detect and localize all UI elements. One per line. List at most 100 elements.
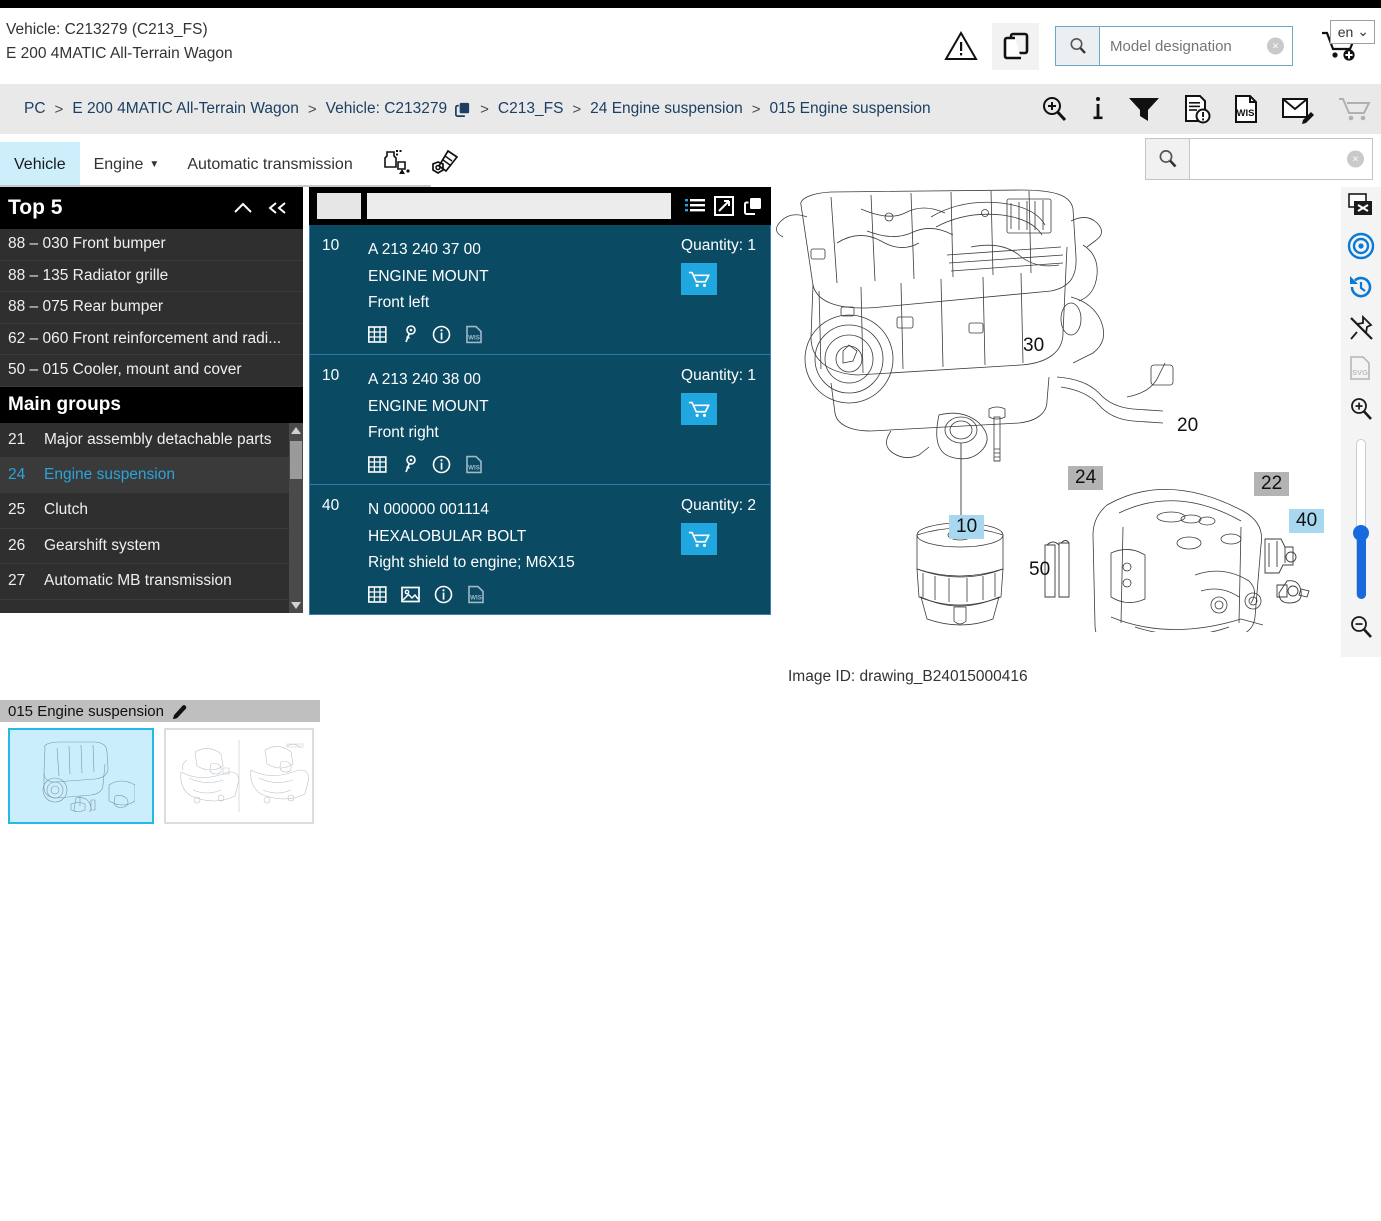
drawing-canvas[interactable]: 30 20 50 24 22 10 40: [771, 187, 1381, 632]
scroll-up-arrow-icon[interactable]: [291, 426, 301, 434]
breadcrumb-item-group[interactable]: 24 Engine suspension: [590, 100, 743, 118]
main-group-row-21[interactable]: 21 Major assembly detachable parts: [0, 423, 303, 458]
copy-icon[interactable]: [743, 196, 763, 216]
tab-vehicle-label: Vehicle: [14, 155, 66, 173]
clear-model-search-icon[interactable]: ×: [1267, 37, 1284, 55]
model-search[interactable]: ×: [1055, 26, 1293, 66]
zoom-in-icon[interactable]: [1348, 396, 1374, 422]
info-circle-icon[interactable]: [432, 455, 451, 474]
info-circle-icon[interactable]: [434, 585, 453, 604]
model-search-input[interactable]: [1100, 27, 1292, 65]
breadcrumb-item-model[interactable]: E 200 4MATIC All-Terrain Wagon: [72, 100, 299, 118]
list-view-icon[interactable]: [685, 197, 705, 215]
part-row[interactable]: 10 A 213 240 37 00 ENGINE MOUNT Front le…: [310, 225, 770, 355]
key-search-icon[interactable]: [401, 455, 418, 474]
header-actions: ×: [944, 8, 1381, 84]
search-icon[interactable]: [1056, 27, 1100, 65]
breadcrumb-item-subgroup[interactable]: 015 Engine suspension: [769, 100, 930, 118]
wis-document-icon[interactable]: WIS: [1233, 94, 1259, 124]
breadcrumb-item-vehicle[interactable]: Vehicle: C213279: [326, 100, 448, 118]
wis-document-icon[interactable]: WIS: [467, 585, 485, 604]
clear-parts-search-icon[interactable]: ×: [1347, 150, 1364, 168]
callout-40[interactable]: 40: [1289, 509, 1325, 533]
parts-search[interactable]: ×: [1145, 138, 1373, 180]
scrollbar-thumb[interactable]: [290, 440, 302, 479]
callout-22[interactable]: 22: [1254, 472, 1290, 496]
main-group-row-26[interactable]: 26 Gearshift system: [0, 529, 303, 565]
table-grid-icon[interactable]: [368, 585, 387, 604]
oil-fluids-icon[interactable]: [381, 147, 413, 177]
wis-document-icon[interactable]: WIS: [465, 325, 483, 344]
info-icon[interactable]: [1091, 94, 1105, 124]
main-group-row-25[interactable]: 25 Clutch: [0, 493, 303, 529]
table-grid-icon[interactable]: [368, 455, 387, 474]
table-grid-icon[interactable]: [368, 325, 387, 344]
zoom-slider-handle[interactable]: [1353, 525, 1369, 541]
history-reset-icon[interactable]: [1347, 273, 1375, 301]
main-group-num: 24: [8, 465, 26, 483]
info-circle-icon[interactable]: [432, 325, 451, 344]
drawing-viewer[interactable]: 30 20 50 24 22 10 40 SVG: [771, 187, 1381, 657]
tab-engine-label: Engine: [93, 155, 144, 173]
breadcrumb-separator: >: [54, 100, 64, 118]
breadcrumb-item-pc[interactable]: PC: [24, 100, 46, 118]
zoom-slider[interactable]: [1352, 439, 1370, 599]
zoom-out-icon[interactable]: [1348, 614, 1374, 640]
search-icon[interactable]: [1146, 139, 1190, 179]
double-chevron-left-icon[interactable]: [267, 201, 289, 215]
parts-search-input[interactable]: [1190, 139, 1372, 179]
shopping-cart-icon[interactable]: [1337, 94, 1371, 124]
add-part-to-cart-button[interactable]: [681, 263, 718, 295]
top5-item-0[interactable]: 88 – 030 Front bumper: [0, 229, 303, 261]
unpin-icon[interactable]: [1347, 314, 1375, 342]
copy-documents-icon[interactable]: [992, 22, 1039, 70]
svg-text:WIS: WIS: [468, 464, 480, 471]
top5-item-4[interactable]: 50 – 015 Cooler, mount and cover: [0, 355, 303, 387]
key-search-icon[interactable]: [401, 325, 418, 344]
wis-document-icon[interactable]: WIS: [465, 455, 483, 474]
chevron-down-icon: ▼: [149, 159, 160, 170]
callout-10[interactable]: 10: [949, 515, 985, 539]
tab-automatic-transmission[interactable]: Automatic transmission: [173, 142, 366, 187]
copy-icon[interactable]: [454, 101, 471, 118]
main-group-row-24[interactable]: 24 Engine suspension: [0, 457, 303, 494]
parts-header-large-field[interactable]: [367, 193, 671, 219]
top5-item-2[interactable]: 88 – 075 Rear bumper: [0, 292, 303, 324]
add-part-to-cart-button[interactable]: [681, 392, 718, 425]
email-edit-icon[interactable]: [1281, 94, 1315, 124]
filter-funnel-icon[interactable]: [1127, 94, 1161, 124]
tab-engine[interactable]: Engine ▼: [80, 142, 174, 187]
language-selector[interactable]: en ⌄: [1329, 20, 1375, 44]
main-groups-header: Main groups: [0, 386, 303, 423]
tab-vehicle[interactable]: Vehicle: [0, 142, 80, 190]
main-content: Top 5 88 – 030 Front bumper 88 – 135 Rad…: [0, 187, 1381, 657]
breadcrumb-separator: >: [480, 100, 489, 118]
thumbnail-item-2[interactable]: [164, 728, 314, 824]
zoom-in-search-icon[interactable]: [1039, 94, 1069, 124]
main-group-row-27[interactable]: 27 Automatic MB transmission: [0, 564, 303, 600]
close-window-icon[interactable]: [1347, 193, 1375, 219]
part-row[interactable]: 10 A 213 240 38 00 ENGINE MOUNT Front ri…: [310, 354, 770, 485]
add-part-to-cart-button[interactable]: [681, 522, 718, 555]
scroll-down-arrow-icon[interactable]: [291, 601, 301, 609]
target-focus-icon[interactable]: [1347, 232, 1375, 260]
vehicle-info: Vehicle: C213279 (C213_FS) E 200 4MATIC …: [0, 8, 233, 66]
breadcrumb-item-chassis[interactable]: C213_FS: [498, 100, 563, 118]
chevron-up-icon[interactable]: [233, 201, 253, 215]
document-alert-icon[interactable]: [1183, 94, 1211, 124]
thumbnail-drawing-2: [180, 740, 309, 812]
top5-item-1[interactable]: 88 – 135 Radiator grille: [0, 261, 303, 292]
image-picture-icon[interactable]: [401, 585, 420, 604]
top5-item-3[interactable]: 62 – 060 Front reinforcement and radi...: [0, 324, 303, 355]
bolts-fasteners-icon[interactable]: [431, 147, 463, 177]
expand-fullscreen-icon[interactable]: [714, 196, 734, 216]
callout-24[interactable]: 24: [1068, 466, 1104, 490]
parts-header-small-field[interactable]: [317, 193, 361, 219]
warning-triangle-icon[interactable]: [944, 31, 978, 61]
part-row[interactable]: 40 N 000000 001114 HEXALOBULAR BOLT Righ…: [310, 484, 770, 614]
main-groups-scrollbar[interactable]: [289, 422, 303, 613]
main-groups-list[interactable]: 21 Major assembly detachable parts 24 En…: [0, 422, 303, 613]
breadcrumb-separator: >: [572, 100, 582, 118]
edit-pencil-icon[interactable]: [172, 703, 189, 720]
thumbnail-item-1[interactable]: [8, 728, 154, 824]
